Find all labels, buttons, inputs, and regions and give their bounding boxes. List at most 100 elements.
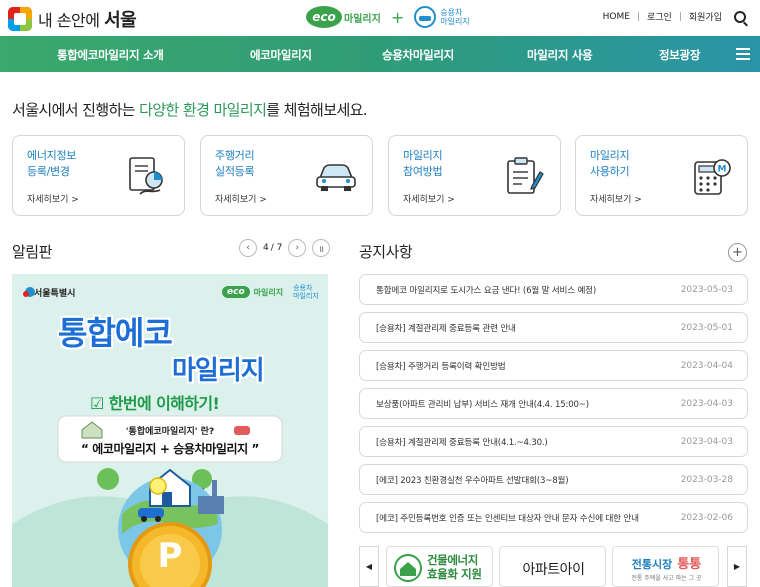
- banner-box-line2: “ 에코마일리지 + 승용차마일리지 ”: [80, 442, 260, 456]
- intro-headline: 서울시에서 진행하는 다양한 환경 마일리지를 체험해보세요.: [12, 99, 368, 120]
- car-icon: [316, 164, 356, 191]
- main-nav: 통합에코마일리지 소개 에코마일리지 승용차마일리지 마일리지 사용 정보광장: [0, 36, 760, 72]
- banner-box-line1: '통합에코마일리지' 란?: [125, 427, 215, 437]
- coin-letter: P: [157, 536, 183, 576]
- banner-car-sub-1: 승용차: [293, 284, 313, 292]
- partner-line1: 전통시장: [631, 558, 673, 571]
- nav-item-car[interactable]: 승용차마일리지: [382, 47, 454, 63]
- notice-row[interactable]: [승용차] 계절관리제 중료등록 안내(4.1.~4.30.) 2023-04-…: [359, 426, 748, 457]
- signup-link[interactable]: 회원가입: [689, 10, 722, 23]
- page-current: 4: [263, 243, 269, 253]
- brand-text: 내 손안에 서울: [38, 6, 137, 32]
- card-title-line2: 등록/변경: [27, 165, 70, 178]
- car-mileage-logo: 승용차 마일리지: [414, 6, 470, 28]
- card-more-link[interactable]: 자세히보기 >: [27, 192, 79, 205]
- service-logos[interactable]: eco 마일리지 + 승용차 마일리지: [306, 6, 470, 28]
- intro-prefix: 서울시에서 진행하는: [12, 101, 140, 119]
- notice-date: 2023-03-28: [680, 474, 733, 485]
- plus-icon: +: [390, 7, 405, 27]
- card-title-line2: 실적등록: [215, 165, 255, 178]
- notice-row[interactable]: [승용차] 계절관리제 중료등록 관련 안내 2023-05-01: [359, 312, 748, 343]
- login-link[interactable]: 로그인: [647, 10, 672, 23]
- notices-title: 공지사항: [359, 243, 413, 261]
- notice-date: 2023-05-03: [680, 284, 733, 295]
- calculator-icon: M: [694, 159, 731, 195]
- home-link[interactable]: HOME: [603, 12, 630, 22]
- menu-icon[interactable]: [736, 48, 750, 60]
- nav-item-eco[interactable]: 에코마일리지: [250, 47, 312, 63]
- notice-text: 보상품(아파트 관리비 납부) 서비스 재개 안내(4.4. 15:00~): [376, 399, 589, 410]
- check-icon: ☑: [90, 394, 104, 413]
- more-notices-button[interactable]: +: [728, 243, 747, 262]
- banner-org: 서울특별시: [34, 289, 76, 299]
- notice-date: 2023-04-04: [680, 360, 733, 371]
- card-title-line1: 에너지정보: [27, 149, 77, 162]
- notice-text: [에코] 2023 친환경실천 우수아파트 선발대회(3~8월): [376, 475, 569, 486]
- brand-prefix: 내 손안에: [38, 11, 100, 30]
- quick-cards: 에너지정보 등록/변경 자세히보기 > 주행거리 실적등록 자세히보기 > 마일…: [12, 135, 748, 216]
- card-more-link[interactable]: 자세히보기 >: [403, 192, 455, 205]
- prev-button[interactable]: ‹: [239, 239, 257, 257]
- card-title-line1: 주행거리: [215, 149, 255, 162]
- notice-row[interactable]: [승용차] 주행거리 등록이력 확인방법 2023-04-04: [359, 350, 748, 381]
- notice-text: [승용차] 계절관리제 중료등록 관련 안내: [376, 323, 516, 334]
- notice-row[interactable]: 보상품(아파트 관리비 납부) 서비스 재개 안내(4.4. 15:00~) 2…: [359, 388, 748, 419]
- partner-line3: 전통 주택을 사고 파는 그 곳: [631, 575, 702, 582]
- card-title-line1: 마일리지: [403, 149, 443, 162]
- partner-carousel: ◀ 건물에너지 효율화 지원 아파트아이 전통시장 통통 전통 주택을 사고 파…: [359, 546, 748, 587]
- banner-eco-sub: 마일리지: [253, 287, 284, 297]
- partner-line1: 아파트아이: [522, 562, 585, 578]
- house-leaf-icon: [394, 554, 422, 582]
- partner-line2: 효율화 지원: [427, 567, 482, 581]
- partner-line1: 건물에너지: [427, 553, 478, 567]
- notice-row[interactable]: 통합에코 마일리지로 도시가스 요금 낸다! (6월 말 서비스 예정) 202…: [359, 274, 748, 305]
- banner-car-sub-2: 마일리지: [293, 292, 319, 300]
- notice-row[interactable]: [에코] 주민등록번호 인증 또는 인센티브 대상자 안내 문자 수신에 대한 …: [359, 502, 748, 533]
- brand-logo-link[interactable]: 내 손안에 서울: [8, 6, 137, 32]
- banner-eco-logo: eco: [222, 286, 250, 298]
- car-logo-sub-1: 승용차: [440, 8, 463, 17]
- svg-text:M: M: [718, 165, 727, 175]
- carousel-prev-button[interactable]: ◀: [359, 546, 379, 587]
- notice-row[interactable]: [에코] 2023 친환경실천 우수아파트 선발대회(3~8월) 2023-03…: [359, 464, 748, 495]
- notice-date: 2023-04-03: [680, 436, 733, 447]
- carousel-next-button[interactable]: ▶: [727, 546, 747, 587]
- document-chart-icon: [129, 157, 163, 195]
- card-use-mileage[interactable]: 마일리지 사용하기 자세히보기 > M: [575, 135, 748, 216]
- eco-logo-mark: eco: [306, 6, 342, 28]
- partner-apt-i[interactable]: 아파트아이: [499, 546, 606, 587]
- card-title-line2: 참여방법: [403, 165, 443, 178]
- nav-item-intro[interactable]: 통합에코마일리지 소개: [57, 47, 164, 63]
- car-logo-sub-2: 마일리지: [440, 17, 470, 26]
- pause-button[interactable]: ॥: [312, 239, 331, 257]
- intro-highlight: 다양한 환경 마일리지: [139, 101, 267, 119]
- card-more-link[interactable]: 자세히보기 >: [590, 192, 642, 205]
- intro-suffix: 를 체험해보세요.: [266, 101, 368, 119]
- card-driving-record[interactable]: 주행거리 실적등록 자세히보기 >: [200, 135, 373, 216]
- eco-mileage-logo: eco 마일리지: [306, 6, 381, 28]
- notice-text: [승용차] 주행거리 등록이력 확인방법: [376, 361, 506, 372]
- card-more-link[interactable]: 자세히보기 >: [215, 192, 267, 205]
- clipboard-icon: [507, 157, 544, 194]
- notice-date: 2023-05-01: [680, 322, 733, 333]
- banner-headline-2: 마일리지: [172, 356, 265, 386]
- banner-subhead: ☑ 한번에 이해하기!: [90, 390, 220, 414]
- top-bar: 내 손안에 서울 eco 마일리지 + 승용차 마일리지 HOME | 로그인 …: [0, 0, 760, 36]
- alerts-banner[interactable]: 서울특별시 eco 마일리지 승용차 마일리지 통합에코 마일리지 ☑ 한번에 …: [12, 274, 328, 587]
- search-icon[interactable]: [734, 10, 746, 23]
- partner-traditional-market[interactable]: 전통시장 통통 전통 주택을 사고 파는 그 곳: [612, 546, 719, 587]
- partner-line2: 통통: [677, 557, 702, 572]
- page-total: / 7: [270, 243, 283, 253]
- seoul-logo-icon: [8, 7, 32, 31]
- card-energy-info[interactable]: 에너지정보 등록/변경 자세히보기 >: [12, 135, 185, 216]
- car-logo-icon: [414, 6, 437, 28]
- notice-text: 통합에코 마일리지로 도시가스 요금 낸다! (6월 말 서비스 예정): [376, 285, 597, 296]
- nav-item-use[interactable]: 마일리지 사용: [527, 47, 593, 63]
- notice-date: 2023-02-06: [680, 512, 733, 523]
- card-participation[interactable]: 마일리지 참여방법 자세히보기 >: [388, 135, 561, 216]
- nav-item-info[interactable]: 정보광장: [659, 47, 700, 63]
- banner-subhead-text: 한번에 이해하기!: [108, 394, 220, 413]
- next-button[interactable]: ›: [288, 239, 307, 257]
- banner-headline-1: 통합에코: [58, 314, 173, 352]
- partner-building-energy[interactable]: 건물에너지 효율화 지원: [386, 546, 493, 587]
